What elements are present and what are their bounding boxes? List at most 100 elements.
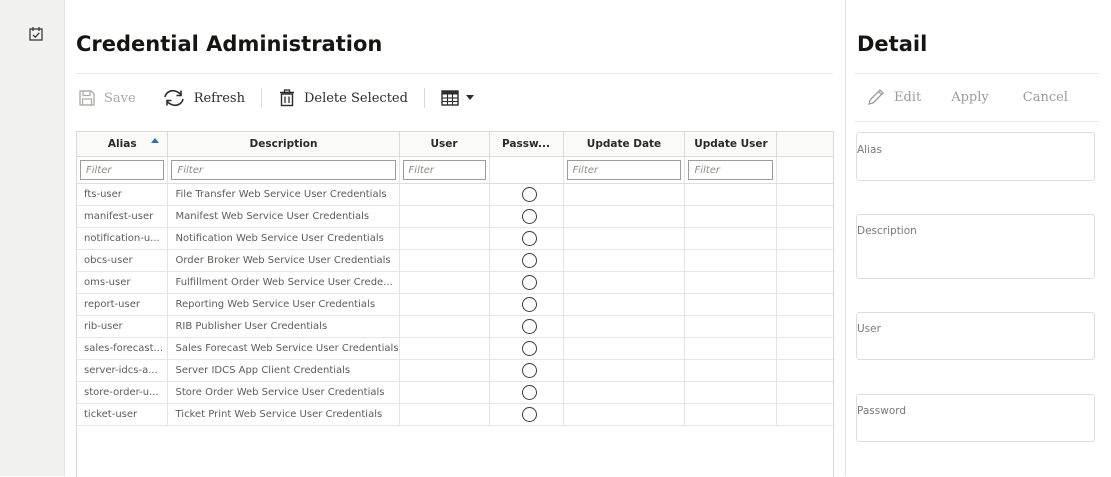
col-header-description[interactable]: Description	[167, 132, 400, 157]
cancel-button[interactable]: Cancel	[1023, 90, 1068, 105]
password-cell	[489, 293, 564, 316]
update-user-cell	[684, 271, 778, 294]
delete-selected-button[interactable]: Delete Selected	[278, 89, 408, 107]
dropdown-caret-icon	[465, 95, 474, 100]
alias-filter-input[interactable]	[80, 160, 165, 180]
col-header-password[interactable]: Passw...	[489, 132, 564, 157]
update-user-cell	[684, 183, 778, 206]
user-cell	[399, 227, 490, 250]
save-button[interactable]: Save	[78, 89, 136, 107]
user-field-label: User	[857, 323, 881, 335]
user-filter-input[interactable]	[402, 160, 486, 180]
table-row[interactable]: oms-user Fulfillment Order Web Service Us…	[77, 271, 833, 294]
update-date-cell	[563, 315, 686, 338]
user-cell	[399, 293, 490, 316]
description-cell: Reporting Web Service User Credentials	[167, 293, 400, 316]
col-header-alias[interactable]: Alias	[77, 132, 169, 157]
password-cell	[489, 381, 564, 404]
blank-cell	[776, 337, 833, 360]
password-cell	[489, 337, 564, 360]
update-date-cell	[563, 249, 686, 272]
apply-button[interactable]: Apply	[951, 90, 989, 105]
refresh-button[interactable]: Refresh	[162, 88, 245, 108]
detail-title: Detail	[857, 32, 928, 56]
blank-cell	[776, 293, 833, 316]
detail-panel: Detail Edit Apply Cancel Alias Descripti…	[845, 0, 1111, 476]
edit-button[interactable]: Edit	[866, 88, 921, 106]
alias-cell: notification-u...	[77, 227, 169, 250]
password-cell	[489, 403, 564, 426]
description-filter-input[interactable]	[171, 160, 396, 180]
radio-icon[interactable]	[522, 341, 538, 356]
view-columns-menu[interactable]	[441, 90, 475, 106]
update-date-cell	[563, 183, 686, 206]
alias-field[interactable]	[856, 132, 1095, 181]
radio-icon[interactable]	[522, 385, 538, 400]
description-field[interactable]	[856, 214, 1095, 279]
blank-cell	[776, 403, 833, 426]
blank-filter-cell	[776, 156, 833, 184]
credentials-table: Alias Description User Passw... Update D…	[77, 132, 833, 426]
table-row[interactable]: fts-user File Transfer Web Service User C…	[77, 183, 833, 206]
update-date-cell	[563, 359, 686, 382]
password-cell	[489, 271, 564, 294]
radio-icon[interactable]	[522, 319, 538, 334]
alias-cell: ticket-user	[77, 403, 169, 426]
radio-icon[interactable]	[522, 253, 538, 268]
password-cell	[489, 183, 564, 206]
alias-field-label: Alias	[857, 144, 882, 156]
table-row[interactable]: server-idcs-a... Server IDCS App Client C…	[77, 359, 833, 382]
description-cell: Sales Forecast Web Service User Credenti…	[167, 337, 400, 360]
radio-icon[interactable]	[522, 407, 538, 422]
password-cell	[489, 249, 564, 272]
table-row[interactable]: rib-user RIB Publisher User Credentials	[77, 315, 833, 338]
radio-icon[interactable]	[522, 363, 538, 378]
main-toolbar: Save Refresh Delete Selected	[78, 84, 475, 112]
update-user-filter-input[interactable]	[688, 160, 774, 180]
toolbar-separator	[260, 88, 262, 108]
task-check-icon[interactable]	[28, 26, 44, 42]
radio-icon[interactable]	[522, 187, 538, 202]
update-user-cell	[684, 315, 778, 338]
update-date-cell	[563, 381, 686, 404]
filter-row	[77, 156, 833, 184]
alias-cell: sales-forecast...	[77, 337, 169, 360]
table-row[interactable]: store-order-u... Store Order Web Service …	[77, 381, 833, 404]
user-cell	[399, 315, 490, 338]
save-label: Save	[104, 90, 136, 106]
update-date-filter-input[interactable]	[566, 160, 682, 180]
table-row[interactable]: notification-u... Notification Web Servic…	[77, 227, 833, 250]
detail-toolbar-divider	[854, 121, 1099, 122]
description-cell: Server IDCS App Client Credentials	[167, 359, 400, 382]
user-cell	[399, 205, 490, 228]
table-row[interactable]: obcs-user Order Broker Web Service User C…	[77, 249, 833, 272]
table-row[interactable]: ticket-user Ticket Print Web Service User…	[77, 403, 833, 426]
blank-cell	[776, 359, 833, 382]
blank-cell	[776, 227, 833, 250]
alias-cell: fts-user	[77, 183, 169, 206]
blank-cell	[776, 381, 833, 404]
password-cell	[489, 359, 564, 382]
password-field-label: Password	[857, 405, 907, 417]
col-header-update-user[interactable]: Update User	[684, 132, 778, 157]
col-header-user[interactable]: User	[399, 132, 490, 157]
radio-icon[interactable]	[522, 275, 538, 290]
radio-icon[interactable]	[522, 231, 538, 246]
password-field[interactable]	[856, 394, 1095, 442]
user-field[interactable]	[856, 312, 1095, 360]
radio-icon[interactable]	[522, 297, 538, 312]
blank-cell	[776, 205, 833, 228]
alias-cell: manifest-user	[77, 205, 169, 228]
radio-icon[interactable]	[522, 209, 538, 224]
refresh-label: Refresh	[193, 90, 245, 106]
col-header-update-date[interactable]: Update Date	[563, 132, 686, 157]
table-row[interactable]: manifest-user Manifest Web Service User C…	[77, 205, 833, 228]
detail-divider	[854, 73, 1099, 74]
header-row: Alias Description User Passw... Update D…	[77, 132, 833, 157]
update-user-cell	[684, 227, 778, 250]
description-cell: Manifest Web Service User Credentials	[167, 205, 400, 228]
user-cell	[399, 271, 490, 294]
alias-cell: store-order-u...	[77, 381, 169, 404]
table-row[interactable]: sales-forecast... Sales Forecast Web Serv…	[77, 337, 833, 360]
table-row[interactable]: report-user Reporting Web Service User Cr…	[77, 293, 833, 316]
